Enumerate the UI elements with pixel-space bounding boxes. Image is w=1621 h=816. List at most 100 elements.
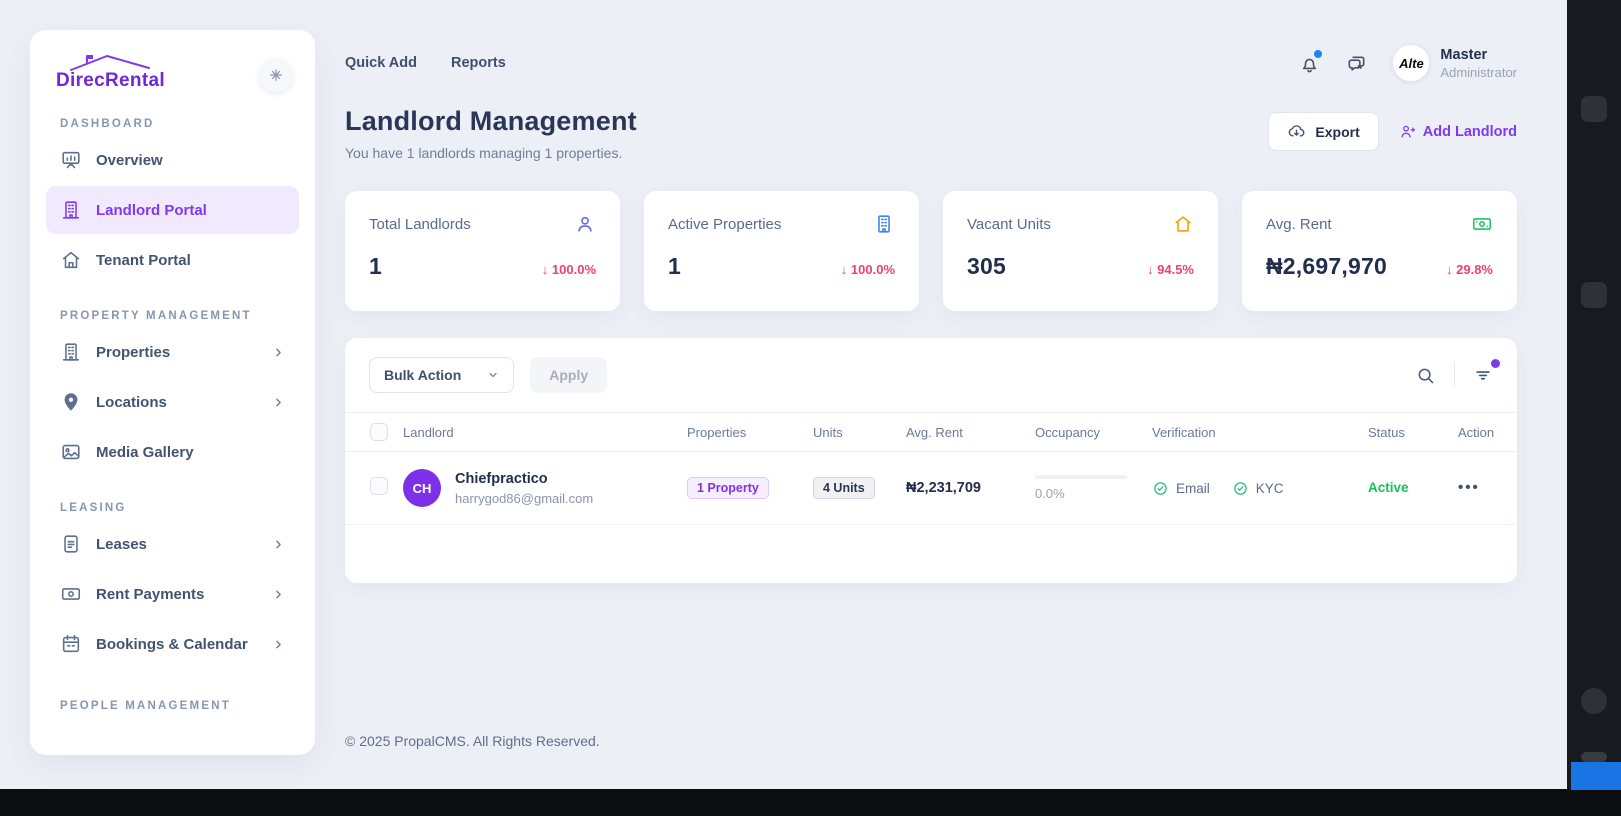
image-icon — [60, 441, 82, 463]
calendar-icon — [60, 633, 82, 655]
stat-card-active-properties: Active Properties 1 ↓ 100.0% — [644, 191, 919, 311]
presentation-chart-icon — [60, 149, 82, 171]
stat-label: Active Properties — [668, 216, 781, 233]
logo-text: DirecRental — [56, 70, 165, 92]
trend-down-icon: ↓ — [542, 262, 549, 277]
stat-value: 1 — [369, 253, 382, 280]
user-icon — [574, 213, 596, 235]
section-title-people-management: PEOPLE MANAGEMENT — [60, 700, 299, 712]
units-badge: 4 Units — [813, 477, 875, 499]
column-header-action: Action — [1458, 413, 1517, 452]
avatar: Alte — [1392, 44, 1430, 82]
avg-rent-value: ₦2,231,709 — [906, 480, 981, 496]
user-role: Administrator — [1440, 65, 1517, 80]
row-checkbox[interactable] — [370, 477, 388, 495]
section-title-dashboard: DASHBOARD — [60, 118, 299, 130]
properties-badge: 1 Property — [687, 477, 769, 499]
trend-down-icon: ↓ — [1446, 262, 1453, 277]
section-title-property-management: PROPERTY MANAGEMENT — [60, 310, 299, 322]
right-edge-bar — [1567, 0, 1621, 816]
export-label: Export — [1315, 124, 1359, 140]
verification-email-label: Email — [1176, 481, 1210, 496]
column-header-units: Units — [813, 413, 906, 452]
verification-email: Email — [1152, 480, 1210, 497]
stat-card-total-landlords: Total Landlords 1 ↓ 100.0% — [345, 191, 620, 311]
sidebar-item-landlord-portal[interactable]: Landlord Portal — [46, 186, 299, 234]
table-toolbar: Bulk Action Apply — [345, 357, 1517, 412]
table-header-row: Landlord Properties Units Avg. Rent Occu… — [345, 413, 1517, 452]
sidebar-item-leases[interactable]: Leases — [46, 520, 299, 568]
chevron-down-icon — [487, 369, 499, 381]
sidebar-item-locations[interactable]: Locations — [46, 378, 299, 426]
user-menu[interactable]: Alte Master Administrator — [1392, 44, 1517, 82]
home-icon — [60, 249, 82, 271]
chevron-right-icon — [272, 638, 285, 651]
occupancy-bar — [1035, 475, 1127, 479]
chevron-right-icon — [272, 346, 285, 359]
apply-button[interactable]: Apply — [530, 357, 607, 393]
add-landlord-button[interactable]: Add Landlord — [1399, 123, 1517, 140]
sidebar-item-tenant-portal[interactable]: Tenant Portal — [46, 236, 299, 284]
empty-row — [345, 525, 1517, 584]
ghost-icon — [1581, 688, 1607, 714]
filter-icon[interactable] — [1473, 365, 1493, 385]
bulk-action-select[interactable]: Bulk Action — [369, 357, 514, 393]
sidebar-item-label: Leases — [96, 536, 147, 553]
verification-kyc-label: KYC — [1256, 481, 1284, 496]
stat-value: ₦2,697,970 — [1266, 253, 1387, 280]
page-subtitle: You have 1 landlords managing 1 properti… — [345, 145, 637, 161]
page-title: Landlord Management — [345, 106, 637, 137]
map-pin-icon — [60, 391, 82, 413]
main-content: Quick Add Reports Alte Master — [345, 0, 1517, 749]
filter-active-dot — [1491, 359, 1500, 368]
app-logo[interactable]: DirecRental — [56, 52, 165, 92]
chevron-right-icon — [272, 396, 285, 409]
table-row: CH Chiefpractico harrygod86@gmail.com 1 … — [345, 452, 1517, 525]
page-header: Landlord Management You have 1 landlords… — [345, 106, 1517, 161]
landlord-name[interactable]: Chiefpractico — [455, 471, 593, 487]
add-landlord-label: Add Landlord — [1423, 124, 1517, 140]
column-header-properties: Properties — [687, 413, 813, 452]
footer-copyright: © 2025 PropalCMS. All Rights Reserved. — [345, 733, 1517, 749]
bell-icon[interactable] — [1298, 52, 1321, 75]
sidebar-item-label: Bookings & Calendar — [96, 636, 248, 653]
document-icon — [60, 533, 82, 555]
sidebar-item-label: Tenant Portal — [96, 252, 191, 269]
sidebar-item-label: Properties — [96, 344, 170, 361]
column-header-status: Status — [1368, 413, 1458, 452]
user-plus-icon — [1399, 123, 1416, 140]
bulk-action-label: Bulk Action — [384, 367, 461, 383]
stat-label: Avg. Rent — [1266, 216, 1332, 233]
banknote-icon — [1471, 213, 1493, 235]
building-icon — [60, 199, 82, 221]
stat-change: 100.0% — [552, 262, 596, 277]
search-icon[interactable] — [1415, 365, 1436, 386]
chat-icon[interactable] — [1345, 52, 1368, 75]
select-all-checkbox[interactable] — [370, 423, 388, 441]
topbar: Quick Add Reports Alte Master — [345, 42, 1517, 84]
sidebar-item-bookings-calendar[interactable]: Bookings & Calendar — [46, 620, 299, 668]
theme-toggle-button[interactable] — [259, 58, 293, 92]
sidebar-item-overview[interactable]: Overview — [46, 136, 299, 184]
trend-down-icon: ↓ — [1147, 262, 1154, 277]
landlord-email: harrygod86@gmail.com — [455, 491, 593, 506]
check-circle-icon — [1152, 480, 1169, 497]
building-icon — [873, 213, 895, 235]
menu-reports[interactable]: Reports — [451, 55, 506, 71]
stat-value: 305 — [967, 253, 1006, 280]
trend-down-icon: ↓ — [841, 262, 848, 277]
stat-cards: Total Landlords 1 ↓ 100.0% Active Proper… — [345, 191, 1517, 311]
sidebar-item-properties[interactable]: Properties — [46, 328, 299, 376]
taskbar-blue-button[interactable] — [1571, 762, 1621, 790]
row-actions-menu[interactable]: ••• — [1458, 479, 1480, 496]
sidebar-item-rent-payments[interactable]: Rent Payments — [46, 570, 299, 618]
sidebar-item-media-gallery[interactable]: Media Gallery — [46, 428, 299, 476]
sidebar-nav: DASHBOARD Overview Landlord Portal — [46, 118, 299, 712]
menu-quick-add[interactable]: Quick Add — [345, 55, 417, 71]
home-icon — [1172, 213, 1194, 235]
notification-dot — [1314, 50, 1322, 58]
export-button[interactable]: Export — [1268, 112, 1378, 151]
ghost-icon — [1581, 282, 1607, 308]
verification-kyc: KYC — [1232, 480, 1284, 497]
ghost-icon — [1581, 96, 1607, 122]
